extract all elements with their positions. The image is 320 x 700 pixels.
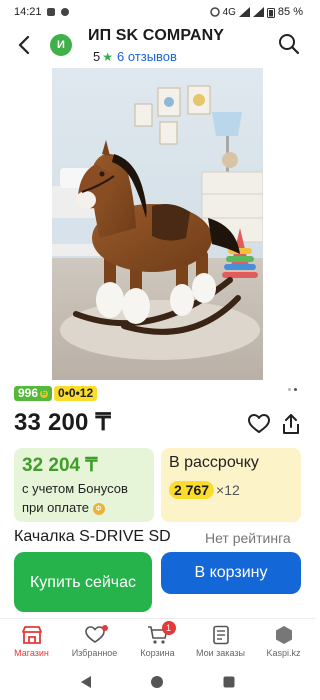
installment-amount: 2 767 bbox=[169, 481, 215, 499]
battery-level: 85 % bbox=[277, 6, 303, 18]
share-button[interactable] bbox=[281, 413, 301, 435]
chevron-left-icon bbox=[18, 36, 30, 54]
rocking-horse-image bbox=[52, 68, 263, 380]
image-pager[interactable] bbox=[288, 388, 297, 391]
star-icon: ★ bbox=[102, 49, 113, 64]
buy-now-button[interactable]: Купить сейчас bbox=[14, 552, 152, 612]
seller-name[interactable]: ИП SK COMPANY bbox=[88, 27, 224, 45]
share-icon bbox=[283, 414, 299, 434]
nav-shop[interactable]: Магазин bbox=[0, 619, 63, 664]
cart-icon: 1 bbox=[147, 621, 176, 645]
kaspi-icon bbox=[273, 625, 295, 645]
status-time: 14:21 bbox=[14, 6, 42, 18]
battery-icon bbox=[266, 7, 275, 18]
seller-rating[interactable]: 5 ★ 6 отзывов bbox=[93, 49, 177, 64]
seller-avatar[interactable]: И bbox=[50, 34, 72, 56]
nav-label: Kaspi.kz bbox=[266, 648, 301, 658]
back-button[interactable] bbox=[12, 33, 36, 57]
bonus-coin-icon: Ф bbox=[92, 502, 105, 515]
bonus-badge: 996 Б bbox=[14, 386, 53, 401]
promo-badges: 996 Б 0•0•12 bbox=[14, 386, 98, 401]
bonus-badge-value: 996 bbox=[18, 386, 39, 400]
add-to-cart-button[interactable]: В корзину bbox=[161, 552, 301, 594]
nav-label: Избранное bbox=[71, 648, 118, 658]
product-photo[interactable] bbox=[52, 68, 263, 380]
network-label: 4G bbox=[222, 6, 236, 18]
product-title: Качалка S-DRIVE SD bbox=[14, 528, 171, 545]
nav-orders[interactable]: Мои заказы bbox=[189, 619, 252, 664]
recents-square-icon[interactable] bbox=[222, 675, 236, 689]
wifi-icon bbox=[252, 7, 264, 17]
nav-cart[interactable]: 1 Корзина bbox=[126, 619, 189, 664]
cart-count-badge: 1 bbox=[161, 621, 176, 635]
notification-dot bbox=[101, 625, 108, 631]
notification-icon bbox=[60, 8, 69, 16]
alarm-icon bbox=[209, 7, 220, 17]
installment-row: 2 767 ×12 bbox=[169, 481, 293, 499]
reviews-link[interactable]: 6 отзывов bbox=[117, 49, 177, 64]
system-nav-bar bbox=[0, 664, 315, 700]
bonus-price: 32 204 ₸ bbox=[22, 455, 98, 476]
bottom-nav: Магазин Избранное 1 Корзина Мои заказы K… bbox=[0, 618, 315, 664]
pager-dot-active[interactable] bbox=[294, 388, 297, 391]
installment-card[interactable]: В рассрочку 2 767 ×12 bbox=[161, 448, 301, 522]
installment-badge: 0•0•12 bbox=[54, 386, 98, 401]
installment-title: В рассрочку bbox=[169, 454, 259, 471]
bonus-price-card[interactable]: 32 204 ₸ с учетом Бонусов при оплате Ф bbox=[14, 448, 154, 522]
favorite-button[interactable] bbox=[248, 414, 270, 434]
product-header: И ИП SK COMPANY 5 ★ 6 отзывов bbox=[0, 24, 315, 68]
shop-icon bbox=[21, 625, 43, 645]
nav-favorites[interactable]: Избранное bbox=[63, 619, 126, 664]
search-button[interactable] bbox=[277, 32, 301, 56]
rating-value: 5 bbox=[93, 49, 101, 64]
back-triangle-icon[interactable] bbox=[79, 675, 93, 689]
orders-icon bbox=[210, 625, 232, 645]
search-icon bbox=[279, 34, 300, 55]
bonus-caption: с учетом Бонусов при оплате Ф bbox=[22, 479, 146, 517]
nav-label: Корзина bbox=[140, 648, 175, 658]
notification-icon bbox=[46, 8, 55, 16]
bonus-coin-icon: Б bbox=[40, 389, 49, 398]
product-rating-status: Нет рейтинга bbox=[205, 530, 291, 546]
nav-kaspi[interactable]: Kaspi.kz bbox=[252, 619, 315, 664]
status-bar: 14:21 4G 85 % bbox=[0, 0, 315, 24]
bonus-caption-text: с учетом Бонусов при оплате bbox=[22, 481, 128, 515]
pager-dot[interactable] bbox=[288, 388, 291, 391]
heart-icon bbox=[84, 625, 108, 645]
heart-icon bbox=[248, 414, 270, 433]
installment-months: ×12 bbox=[216, 482, 240, 498]
nav-label: Мои заказы bbox=[196, 648, 245, 658]
signal-icon bbox=[238, 7, 250, 17]
product-price: 33 200 ₸ bbox=[14, 409, 111, 436]
home-circle-icon[interactable] bbox=[150, 675, 164, 689]
nav-label: Магазин bbox=[14, 648, 49, 658]
